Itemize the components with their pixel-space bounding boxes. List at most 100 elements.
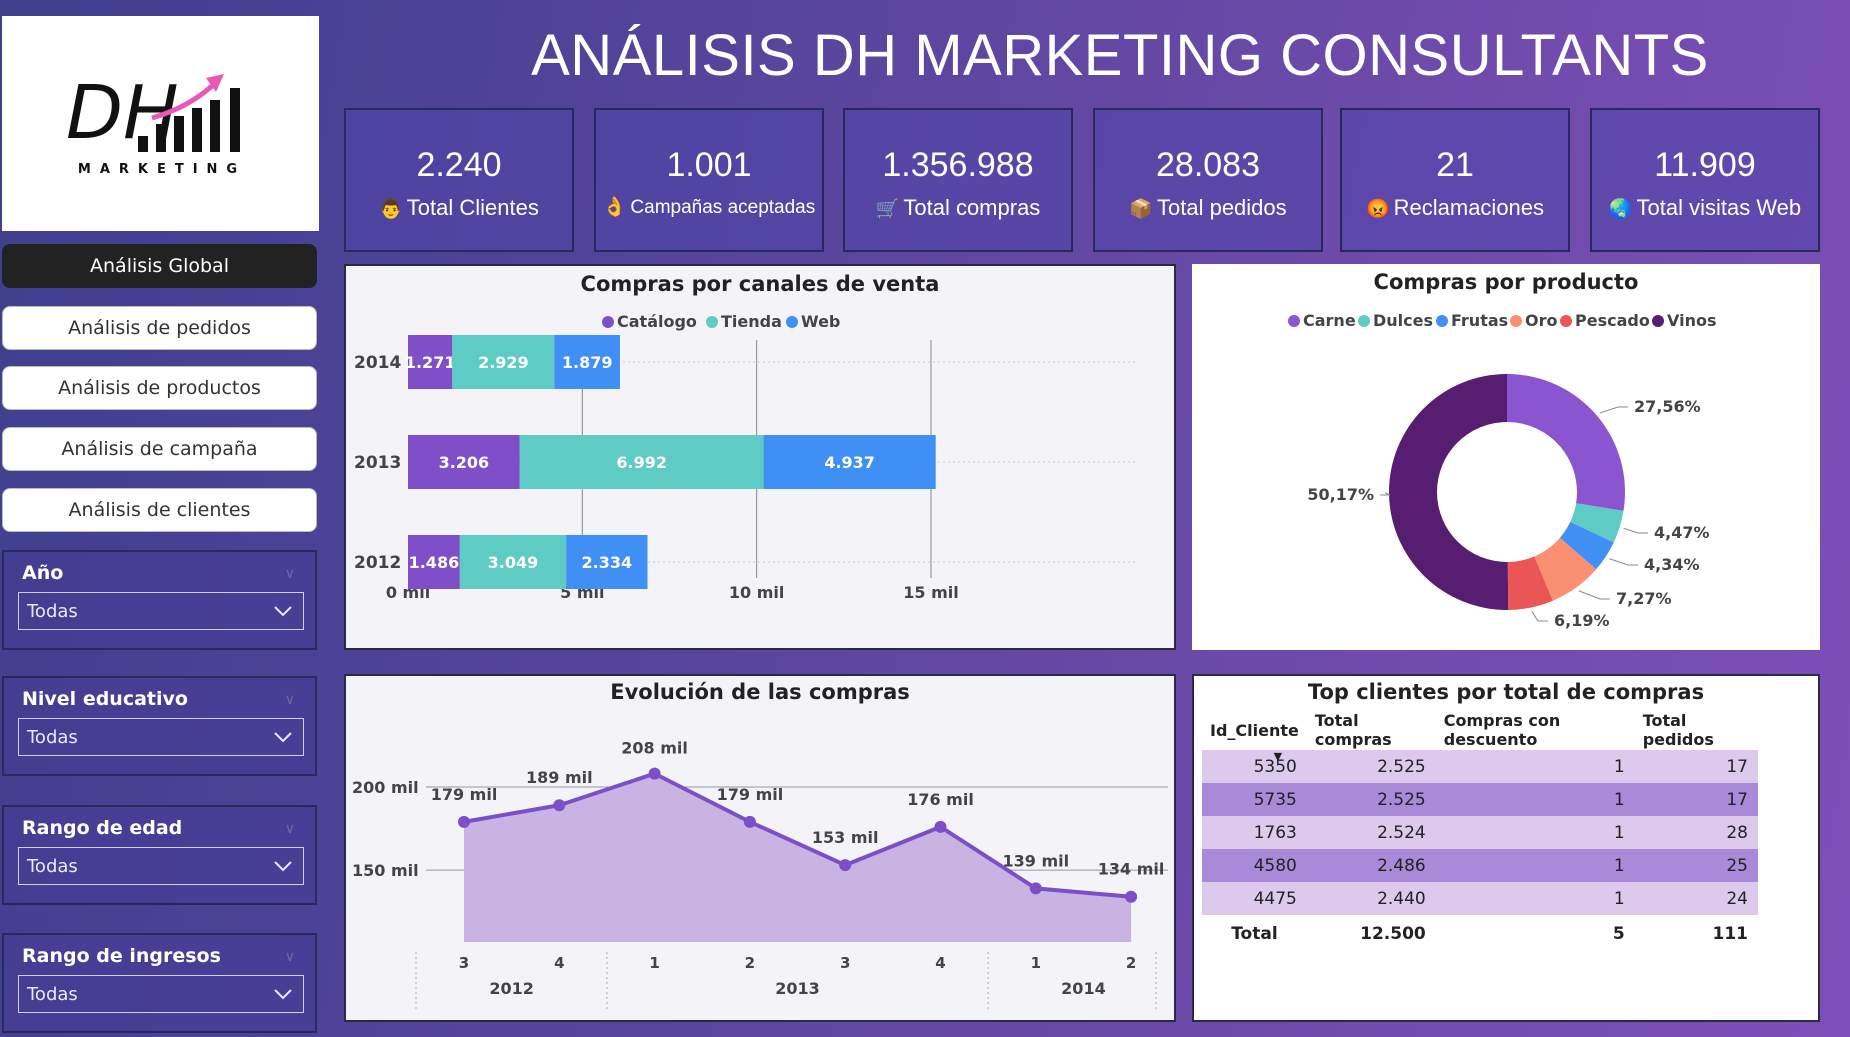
table-header-row: Id_Cliente Total compras ▼ Compras con de… — [1202, 710, 1758, 763]
filter-label: Rango de ingresos — [22, 945, 221, 967]
kpi-value: 21 — [1436, 146, 1474, 184]
nav-analisis-clientes[interactable]: Análisis de clientes — [2, 488, 317, 532]
legend-marker — [602, 316, 614, 328]
chevron-down-icon[interactable]: ∨ — [285, 692, 295, 708]
kpi-label-row: 🌏 Total visitas Web — [1609, 195, 1801, 221]
nav-label: Análisis de clientes — [68, 499, 251, 521]
kpi-label: Total pedidos — [1157, 195, 1287, 220]
filter-select-rango-ingresos[interactable]: Todas — [18, 975, 304, 1013]
cell: 1 — [1435, 849, 1635, 882]
chevron-down-icon — [274, 989, 292, 1000]
donut-leader-line — [1380, 492, 1391, 496]
kpi-total-clientes: 2.240 👨 Total Clientes — [344, 108, 574, 252]
panel-evolucion-compras: Evolución de las compras 150 mil 200 mil 1… — [344, 674, 1176, 1022]
person-icon: 👨 — [379, 199, 403, 220]
legend-label: Dulces — [1373, 311, 1433, 330]
column-header[interactable]: Id_Cliente — [1202, 710, 1307, 750]
x-group-label: 2012 — [489, 979, 534, 998]
bar-data-label: 3.049 — [488, 553, 539, 572]
nav-label: Análisis de campaña — [61, 438, 258, 460]
panel-top-clientes: Top clientes por total de compras Id_Cli… — [1192, 674, 1820, 1022]
data-point — [743, 815, 756, 828]
cell: 1 — [1435, 750, 1635, 783]
chevron-down-icon[interactable]: ∨ — [285, 821, 295, 837]
legend-marker — [1358, 315, 1370, 327]
kpi-reclamaciones: 21 😡 Reclamaciones — [1340, 108, 1570, 252]
x-tick-label: 15 mil — [903, 583, 958, 602]
x-group-label: 2013 — [775, 979, 820, 998]
x-tick-label: 3 — [840, 954, 850, 972]
chevron-down-icon — [274, 732, 292, 743]
data-point — [553, 799, 566, 812]
x-group-label: 2014 — [1061, 979, 1106, 998]
kpi-value: 11.909 — [1654, 146, 1756, 184]
kpi-label-row: 👨 Total Clientes — [379, 195, 539, 221]
legend-label: Frutas — [1451, 311, 1508, 330]
table-total-row: Total 12.500 5 111 — [1202, 915, 1758, 953]
cell: 1763 — [1202, 816, 1307, 849]
data-point — [934, 820, 947, 833]
filter-label: Nivel educativo — [22, 688, 188, 710]
kpi-value: 1.356.988 — [882, 146, 1034, 184]
kpi-label: Total Clientes — [406, 195, 539, 220]
x-tick-label: 10 mil — [729, 583, 784, 602]
y-category-label: 2012 — [354, 553, 401, 573]
data-point — [1029, 882, 1042, 895]
cell: 1 — [1435, 783, 1635, 816]
table-row: 1763 2.524 1 28 — [1202, 816, 1758, 849]
nav-analisis-productos[interactable]: Análisis de productos — [2, 366, 317, 410]
filter-select-rango-edad[interactable]: Todas — [18, 847, 304, 885]
nav-label: Análisis de productos — [58, 377, 261, 399]
point-data-label: 179 mil — [431, 785, 498, 804]
donut-data-label: 4,34% — [1644, 555, 1700, 574]
cell: 4475 — [1202, 882, 1307, 915]
kpi-label: Total compras — [903, 195, 1041, 220]
bar-data-label: 4.937 — [824, 453, 875, 472]
x-tick-label: 4 — [554, 954, 564, 972]
y-category-label: 2013 — [354, 453, 401, 473]
kpi-label-row: 📦 Total pedidos — [1129, 195, 1286, 221]
donut-leader-line — [1578, 590, 1610, 600]
donut-leader-line — [1623, 527, 1648, 534]
nav-label: Análisis Global — [90, 255, 229, 277]
cell: 1 — [1435, 816, 1635, 849]
y-category-label: 2014 — [354, 353, 401, 373]
column-header[interactable]: Compras con descuento — [1436, 710, 1635, 750]
angry-face-icon: 😡 — [1365, 199, 1390, 220]
filter-nivel-educativo: Nivel educativo ∨ Todas — [2, 676, 317, 776]
donut-leader-line — [1531, 611, 1548, 622]
nav-analisis-campana[interactable]: Análisis de campaña — [2, 427, 317, 471]
bar-data-label: 6.992 — [616, 453, 667, 472]
filter-select-ano[interactable]: Todas — [18, 592, 304, 630]
point-data-label: 179 mil — [717, 785, 784, 804]
point-data-label: 208 mil — [621, 739, 688, 758]
package-icon: 📦 — [1129, 199, 1153, 220]
bar-data-label: 1.271 — [405, 353, 456, 372]
nav-label: Análisis de pedidos — [68, 317, 251, 339]
logo-sub: MARKETING — [78, 162, 246, 177]
chevron-down-icon — [274, 861, 292, 872]
bar-data-label: 1.879 — [562, 353, 613, 372]
cell: 4580 — [1202, 849, 1307, 882]
kpi-label-row: 😡 Reclamaciones — [1366, 195, 1544, 221]
chevron-down-icon[interactable]: ∨ — [285, 566, 295, 582]
point-data-label: 139 mil — [1002, 851, 1069, 870]
filter-value: Todas — [27, 726, 78, 748]
donut-slice — [1388, 374, 1509, 610]
chevron-down-icon[interactable]: ∨ — [285, 949, 295, 965]
nav-analisis-global[interactable]: Análisis Global — [2, 244, 317, 288]
ok-hand-icon: 👌 — [602, 197, 627, 218]
chevron-down-icon — [274, 606, 292, 617]
nav-analisis-pedidos[interactable]: Análisis de pedidos — [2, 306, 317, 350]
filter-select-nivel-educativo[interactable]: Todas — [18, 718, 304, 756]
legend-marker — [786, 316, 798, 328]
globe-icon: 🌏 — [1608, 199, 1633, 220]
donut-slice — [1507, 374, 1625, 511]
column-header-sorted[interactable]: Total compras ▼ — [1274, 710, 1436, 763]
kpi-value: 1.001 — [666, 146, 752, 184]
panel-compras-canales: Compras por canales de venta Catálogo Tie… — [344, 264, 1176, 650]
legend-marker — [1510, 315, 1522, 327]
column-header[interactable]: Total pedidos — [1635, 710, 1758, 750]
legend-marker — [1652, 315, 1664, 327]
kpi-total-compras: 1.356.988 🛒 Total compras — [843, 108, 1073, 252]
